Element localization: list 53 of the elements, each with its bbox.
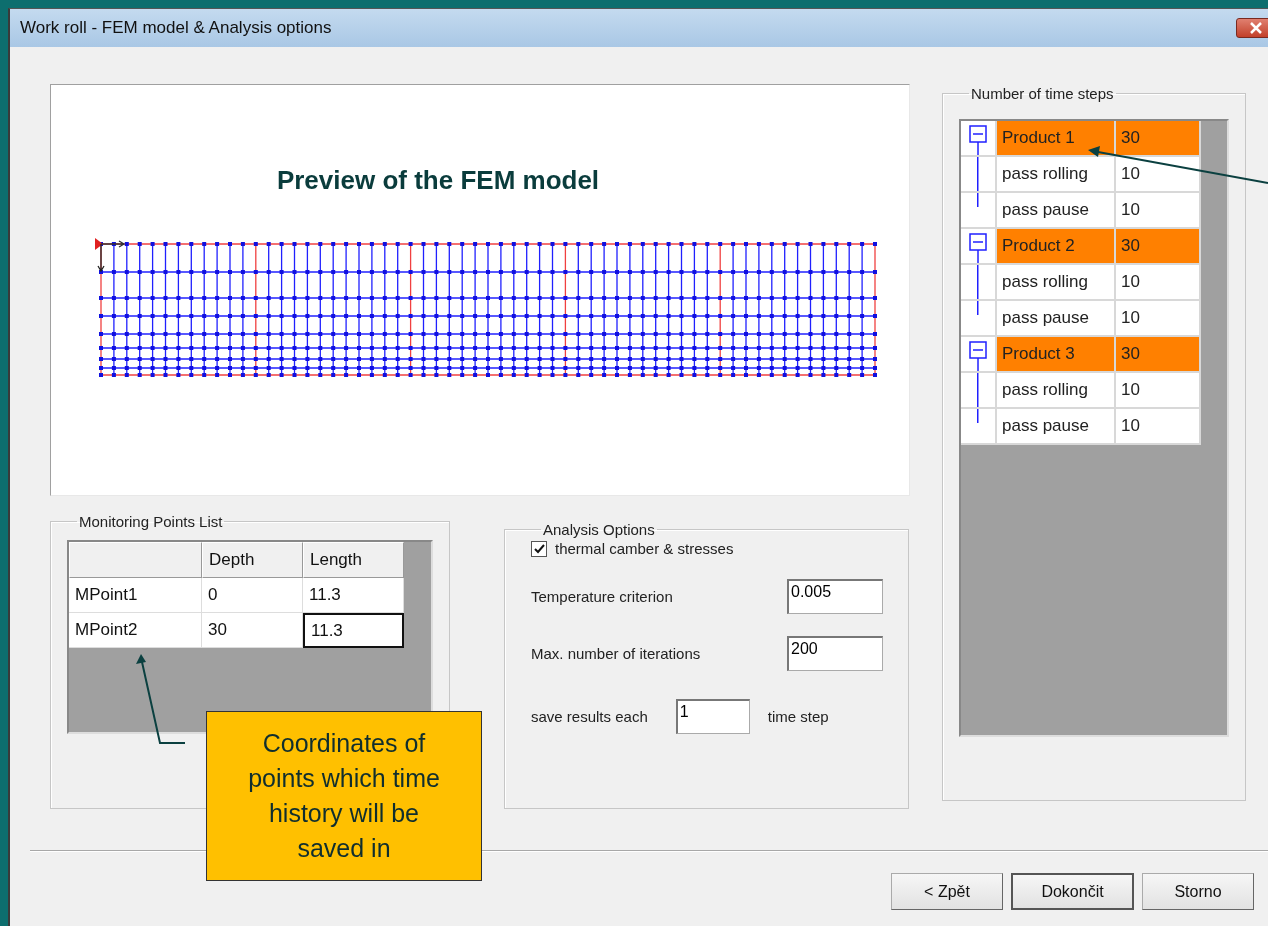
field-label: save results each <box>531 708 648 725</box>
column-header[interactable]: Depth <box>202 542 303 578</box>
table-cell[interactable]: 30 <box>1116 337 1201 373</box>
preview-title: Preview of the FEM model <box>275 165 601 196</box>
table-cell[interactable]: 10 <box>1116 265 1201 301</box>
tree-line <box>977 373 979 407</box>
field-label: Max. number of iterations <box>531 645 701 662</box>
table-cell[interactable]: 30 <box>1116 229 1201 265</box>
tree-line <box>977 157 979 191</box>
checkbox[interactable] <box>531 540 547 557</box>
dialog-button[interactable]: Storno <box>1142 873 1254 910</box>
input-field[interactable]: 0.005 <box>787 579 883 614</box>
dialog-button[interactable]: Dokončit <box>1011 873 1134 910</box>
column-header[interactable]: Length <box>303 542 404 578</box>
window-title: Work roll - FEM model & Analysis options <box>20 18 332 38</box>
table-cell[interactable]: 10 <box>1116 193 1201 229</box>
unit-label: time step <box>767 708 829 725</box>
input-field[interactable]: 200 <box>787 636 883 671</box>
tree-line <box>977 301 979 315</box>
field-label: Temperature criterion <box>531 588 673 605</box>
table-cell[interactable]: 11.3 <box>303 613 404 648</box>
check-icon <box>533 543 545 554</box>
tree-item[interactable]: Product 1 <box>997 121 1116 157</box>
tree-line <box>977 193 979 207</box>
group-title: Monitoring Points List <box>78 513 224 530</box>
tree-item[interactable]: Product 3 <box>997 337 1116 373</box>
tree-item[interactable]: pass rolling <box>997 265 1116 301</box>
table-cell[interactable]: 10 <box>1116 157 1201 193</box>
close-button[interactable] <box>1236 18 1268 38</box>
checkbox-label: thermal camber & stresses <box>555 540 734 557</box>
table-cell[interactable]: 10 <box>1116 301 1201 337</box>
tree-item[interactable]: pass pause <box>997 193 1116 229</box>
table-cell[interactable]: 10 <box>1116 373 1201 409</box>
tree-line <box>977 409 979 423</box>
tree-line <box>977 265 979 299</box>
table-cell[interactable]: 30 <box>202 613 303 648</box>
tree-item[interactable]: pass pause <box>997 301 1116 337</box>
close-icon <box>1249 22 1263 34</box>
table-cell: MPoint2 <box>69 613 202 648</box>
callout-note: Coordinates of points which time history will be saved in <box>206 711 482 881</box>
tree-item[interactable]: pass pause <box>997 409 1116 445</box>
dialog-button[interactable]: < Zpět <box>891 873 1003 910</box>
group-title: Number of time steps <box>970 85 1115 102</box>
table-cell[interactable]: 30 <box>1116 121 1201 157</box>
table-cell[interactable]: 10 <box>1116 409 1201 445</box>
tree-item[interactable]: pass rolling <box>997 373 1116 409</box>
tree-item[interactable]: Product 2 <box>997 229 1116 265</box>
input-field[interactable]: 1 <box>675 699 750 734</box>
table-cell[interactable]: 11.3 <box>303 578 404 613</box>
table-cell[interactable]: 0 <box>202 578 303 613</box>
tree-item[interactable]: pass rolling <box>997 157 1116 193</box>
table-cell: MPoint1 <box>69 578 202 613</box>
group-title: Analysis Options <box>542 521 656 538</box>
